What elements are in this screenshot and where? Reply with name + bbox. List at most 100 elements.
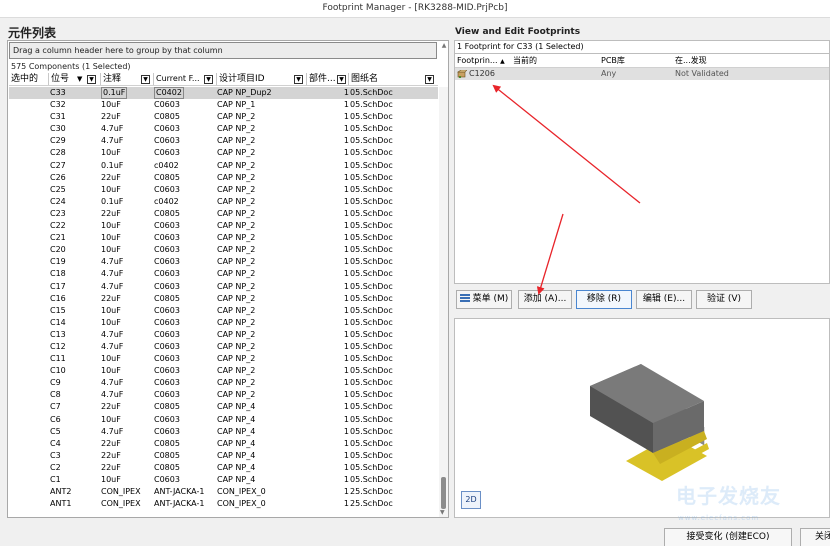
filter-icon[interactable]: ▼ (337, 75, 346, 84)
add-button[interactable]: 添加 (A)... (518, 290, 572, 309)
scroll-up-arrow-icon[interactable]: ▲ (440, 42, 448, 50)
table-row[interactable]: C26 22uF C0805 CAP NP_2 1 05.SchDoc (9, 172, 438, 184)
column-label: 位号 (51, 74, 70, 84)
filter-icon[interactable]: ▼ (425, 75, 434, 84)
cell-design-id: CAP NP_2 (217, 172, 256, 182)
remove-button[interactable]: 移除 (R) (576, 290, 632, 309)
view-2d-button[interactable]: 2D (461, 491, 481, 509)
cell-sheet: 05.SchDoc (350, 341, 393, 351)
table-row[interactable]: C31 22uF C0805 CAP NP_2 1 05.SchDoc (9, 111, 438, 123)
table-row[interactable]: C18 4.7uF C0603 CAP NP_2 1 05.SchDoc (9, 268, 438, 280)
table-row[interactable]: C27 0.1uF c0402 CAP NP_2 1 05.SchDoc (9, 160, 438, 172)
table-row[interactable]: ANT1 CON_IPEX ANT-JACKA-1 CON_IPEX_0 1 25.Sch… (9, 498, 438, 510)
column-pcb-library[interactable]: PCB库 (601, 55, 625, 67)
table-row[interactable]: C21 10uF C0603 CAP NP_2 1 05.SchDoc (9, 232, 438, 244)
table-row[interactable]: C19 4.7uF C0603 CAP NP_2 1 05.SchDoc (9, 256, 438, 268)
cell-designator: C21 (50, 233, 66, 243)
scroll-down-arrow-icon[interactable]: ▼ (440, 509, 445, 516)
cell-footprint: C0603 (154, 329, 180, 339)
column-designator[interactable]: 位号 ▼ ▼ (49, 73, 101, 85)
cell-design-id: CON_IPEX_0 (217, 499, 266, 509)
table-row[interactable]: C1 10uF C0603 CAP NP_4 1 05.SchDoc (9, 474, 438, 486)
cell-footprint: ANT-JACKA-1 (154, 487, 205, 497)
accept-changes-button[interactable]: 接受变化 (创建ECO) (664, 528, 792, 546)
table-row[interactable]: C11 10uF C0603 CAP NP_2 1 05.SchDoc (9, 353, 438, 365)
cell-part: 1 (343, 257, 349, 267)
filter-icon[interactable]: ▼ (204, 75, 213, 84)
cell-comment: 22uF (101, 438, 121, 448)
table-row[interactable]: C30 4.7uF C0603 CAP NP_2 1 05.SchDoc (9, 123, 438, 135)
column-current[interactable]: 当前的 (513, 55, 537, 67)
filter-icon[interactable]: ▼ (141, 75, 150, 84)
cell-comment: 10uF (101, 354, 121, 364)
column-comment[interactable]: 注释 ▼ (101, 73, 154, 85)
cell-part: 1 (343, 499, 349, 509)
cell-sheet: 05.SchDoc (350, 112, 393, 122)
cell-comment: 22uF (101, 172, 121, 182)
cell-part: 1 (343, 124, 349, 134)
column-current-footprint[interactable]: Current F... ▼ (154, 73, 217, 85)
scrollbar-thumb[interactable] (441, 477, 446, 509)
cell-designator: C28 (50, 148, 66, 158)
component-list-scrollbar[interactable]: ▼ (439, 87, 448, 517)
cell-comment: 10uF (101, 414, 121, 424)
cell-designator: C13 (50, 329, 66, 339)
table-row[interactable]: C7 22uF C0805 CAP NP_4 1 05.SchDoc (9, 401, 438, 413)
table-row[interactable]: C15 10uF C0603 CAP NP_2 1 05.SchDoc (9, 305, 438, 317)
menu-button[interactable]: 菜单 (M) (456, 290, 512, 309)
footprint-row[interactable]: C1206 Any Not Validated (455, 68, 829, 80)
table-row[interactable]: C8 4.7uF C0603 CAP NP_2 1 05.SchDoc (9, 389, 438, 401)
table-row[interactable]: C22 10uF C0603 CAP NP_2 1 05.SchDoc (9, 220, 438, 232)
validate-button[interactable]: 验证 (V) (696, 290, 752, 309)
column-found-in[interactable]: 在...发现 (675, 55, 707, 67)
close-button[interactable]: 关闭 (800, 528, 830, 546)
table-row[interactable]: C23 22uF C0805 CAP NP_2 1 05.SchDoc (9, 208, 438, 220)
table-row[interactable]: C28 10uF C0603 CAP NP_2 1 05.SchDoc (9, 147, 438, 159)
table-row[interactable]: C32 10uF C0603 CAP NP_1 1 05.SchDoc (9, 99, 438, 111)
cell-part: 1 (343, 329, 349, 339)
cell-footprint: C0805 (154, 402, 180, 412)
cell-sheet: 05.SchDoc (350, 354, 393, 364)
cell-part: 1 (343, 414, 349, 424)
filter-icon[interactable]: ▼ (294, 75, 303, 84)
column-part[interactable]: 部件... ▼ (307, 73, 349, 85)
table-row[interactable]: C14 10uF C0603 CAP NP_2 1 05.SchDoc (9, 317, 438, 329)
table-row[interactable]: C3 22uF C0805 CAP NP_4 1 05.SchDoc (9, 450, 438, 462)
filter-icon[interactable]: ▼ (87, 75, 96, 84)
table-row[interactable]: C29 4.7uF C0603 CAP NP_2 1 05.SchDoc (9, 135, 438, 147)
edit-button[interactable]: 编辑 (E)... (636, 290, 692, 309)
table-row[interactable]: C25 10uF C0603 CAP NP_2 1 05.SchDoc (9, 184, 438, 196)
table-row[interactable]: C9 4.7uF C0603 CAP NP_2 1 05.SchDoc (9, 377, 438, 389)
column-design-item-id[interactable]: 设计项目ID ▼ (217, 73, 307, 85)
table-row[interactable]: C6 10uF C0603 CAP NP_4 1 05.SchDoc (9, 414, 438, 426)
table-row[interactable]: C16 22uF C0805 CAP NP_2 1 05.SchDoc (9, 293, 438, 305)
cell-footprint: C0805 (154, 438, 180, 448)
cell-comment: 22uF (101, 208, 121, 218)
cell-comment: 4.7uF (101, 341, 124, 351)
cell-part: 1 (343, 402, 349, 412)
menu-icon (459, 294, 470, 302)
table-row[interactable]: C20 10uF C0603 CAP NP_2 1 05.SchDoc (9, 244, 438, 256)
table-row[interactable]: C4 22uF C0805 CAP NP_4 1 05.SchDoc (9, 438, 438, 450)
footprint-icon (457, 70, 467, 78)
group-by-bar[interactable]: Drag a column header here to group by th… (9, 42, 437, 59)
column-selected[interactable]: 选中的 (9, 73, 49, 85)
column-label: Footprin... (457, 56, 498, 65)
cell-part: 1 (343, 487, 349, 497)
table-row[interactable]: ANT2 CON_IPEX ANT-JACKA-1 CON_IPEX_0 1 25.Sch… (9, 486, 438, 498)
table-row[interactable]: C24 0.1uF c0402 CAP NP_2 1 05.SchDoc (9, 196, 438, 208)
table-row[interactable]: C5 4.7uF C0603 CAP NP_4 1 05.SchDoc (9, 426, 438, 438)
cell-design-id: CAP NP_2 (217, 245, 256, 255)
cell-designator: C1 (50, 475, 61, 484)
table-row[interactable]: C17 4.7uF C0603 CAP NP_2 1 05.SchDoc (9, 281, 438, 293)
cell-design-id: CAP NP_2 (217, 160, 256, 170)
table-row[interactable]: C12 4.7uF C0603 CAP NP_2 1 05.SchDoc (9, 341, 438, 353)
cell-designator: C16 (50, 293, 66, 303)
table-row[interactable]: C2 22uF C0805 CAP NP_4 1 05.SchDoc (9, 462, 438, 474)
column-sheet-name[interactable]: 图纸名 ▼ (349, 73, 438, 85)
table-row[interactable]: C13 4.7uF C0603 CAP NP_2 1 05.SchDoc (9, 329, 438, 341)
table-row[interactable]: C10 10uF C0603 CAP NP_2 1 05.SchDoc (9, 365, 438, 377)
column-footprint[interactable]: Footprin... ▲ (457, 55, 505, 67)
table-row[interactable]: C33 0.1uF C0402 CAP NP_Dup2 1 05.SchDoc (9, 87, 438, 100)
cell-design-id: CAP NP_2 (217, 221, 256, 231)
